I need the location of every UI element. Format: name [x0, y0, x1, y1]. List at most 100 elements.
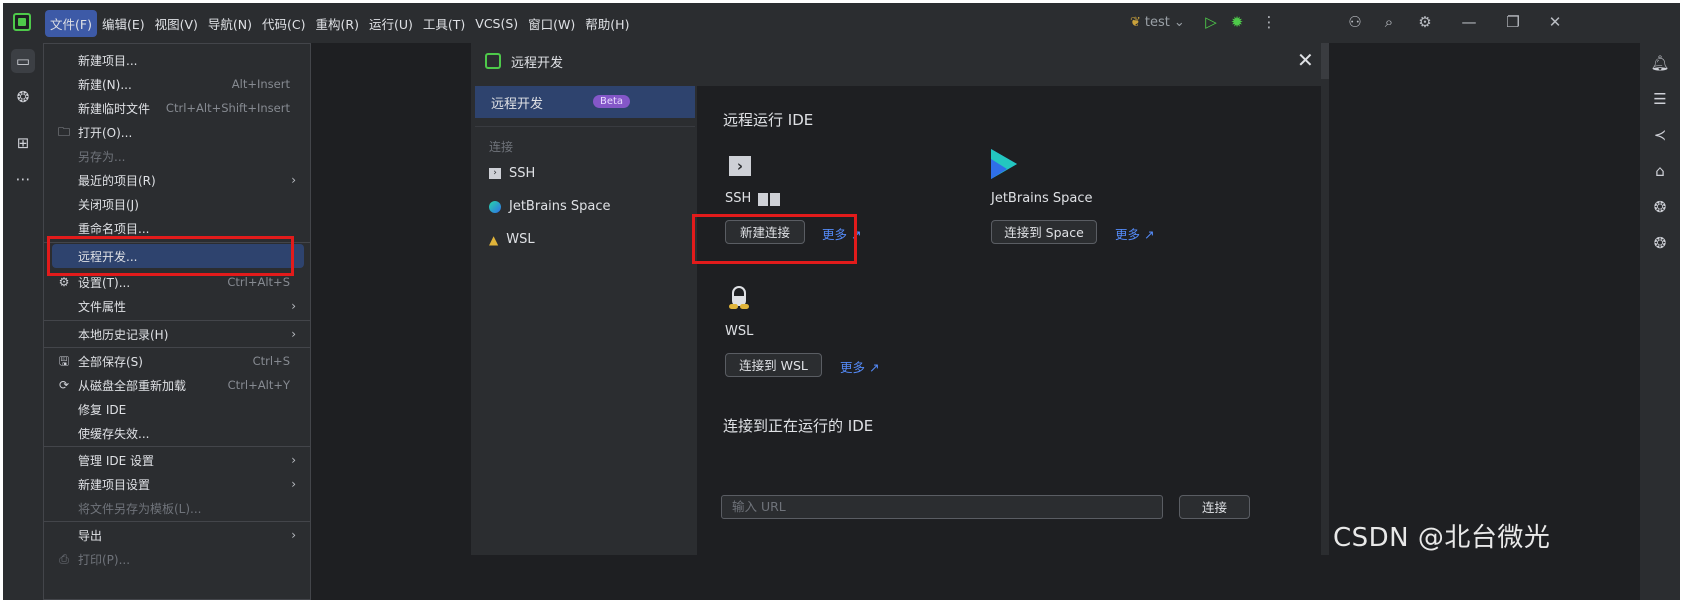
structure-icon[interactable]: ⊞ [11, 131, 35, 155]
shortcut: Ctrl+Alt+Shift+Insert [165, 101, 290, 115]
menu-separator [44, 446, 310, 447]
restore-icon[interactable]: ❐ [1503, 12, 1523, 32]
chevron-down-icon: ⌄ [1173, 15, 1185, 30]
menu-item-save-as-template: 将文件另存为模板(L)... [78, 501, 202, 516]
menu-item-new-project[interactable]: 新建项目... [52, 48, 304, 72]
menu-navigate[interactable]: 导航(N) [203, 10, 257, 37]
connect-running-ide-heading: 连接到正在运行的 IDE [723, 417, 874, 435]
menu-item-repair-ide[interactable]: 修复 IDE [52, 397, 304, 421]
minimize-icon[interactable]: — [1459, 12, 1479, 32]
menu-tools[interactable]: 工具(T) [418, 10, 470, 37]
menu-code[interactable]: 代码(C) [257, 10, 310, 37]
main-menu-bar: 文件(F) 编辑(E) 视图(V) 导航(N) 代码(C) 重构(R) 运行(U… [45, 3, 634, 43]
settings-icon[interactable]: ⚙ [1415, 12, 1435, 32]
more-horizontal-icon[interactable]: ⋯ [11, 167, 35, 191]
ssh-terminal-icon: › [729, 156, 751, 176]
copilot-icon[interactable]: ❂ [1650, 197, 1670, 217]
code-with-me-icon[interactable]: ≺ [1650, 125, 1670, 145]
menu-item-manage-ide-settings[interactable]: 管理 IDE 设置 › [52, 448, 304, 472]
menu-item-file-properties[interactable]: 文件属性 › [52, 294, 304, 318]
menu-item-close-project[interactable]: 关闭项目(J) [52, 192, 304, 216]
chevron-right-icon: › [291, 299, 296, 313]
dialog-sidebar: 远程开发 Beta 连接 › SSH JetBrains Space ▲ WSL [471, 86, 695, 555]
search-icon[interactable]: ⌕ [1379, 12, 1399, 32]
left-tool-strip: ▭ ❂ ⊞ ⋯ [3, 43, 44, 600]
chevron-right-icon: › [291, 528, 296, 542]
sidebar-item-wsl[interactable]: ▲ WSL [489, 232, 535, 247]
highlight-remote-dev-menu-item [47, 236, 294, 276]
space-option-title: JetBrains Space [991, 191, 1093, 206]
menu-file[interactable]: 文件(F) [45, 9, 97, 37]
run-config-icon: ❦ [1130, 15, 1141, 30]
ssh-option-title: SSH [725, 191, 752, 206]
ide-window: 文件(F) 编辑(E) 视图(V) 导航(N) 代码(C) 重构(R) 运行(U… [3, 3, 1680, 600]
print-icon: ⎙ [59, 552, 69, 566]
scrollbar[interactable] [1321, 43, 1329, 79]
wsl-more-link[interactable]: 更多 ↗ [840, 357, 879, 376]
menu-view[interactable]: 视图(V) [150, 10, 203, 37]
dialog-title: 远程开发 [511, 56, 564, 71]
app-logo-icon[interactable] [13, 13, 31, 31]
url-input[interactable]: 输入 URL [721, 495, 1163, 519]
connect-button[interactable]: 连接 [1179, 495, 1250, 519]
connect-to-space-button[interactable]: 连接到 Space [991, 220, 1097, 244]
sidebar-item-ssh[interactable]: › SSH [489, 166, 535, 181]
menu-item-new-project-setup[interactable]: 新建项目设置 › [52, 472, 304, 496]
chevron-right-icon: › [291, 453, 296, 467]
database-icon[interactable]: ☰ [1650, 89, 1670, 109]
menu-refactor[interactable]: 重构(R) [311, 10, 364, 37]
connect-to-wsl-button[interactable]: 连接到 WSL [725, 353, 822, 377]
app-logo-icon [485, 53, 501, 69]
space-more-link[interactable]: 更多 ↗ [1115, 224, 1154, 243]
more-vertical-icon[interactable]: ⋮ [1259, 12, 1279, 32]
highlight-new-connection-button [692, 214, 857, 264]
menu-item-new-scratch-file[interactable]: 新建临时文件 Ctrl+Alt+Shift+Insert [52, 96, 304, 120]
menu-item-local-history[interactable]: 本地历史记录(H) › [52, 322, 304, 346]
menu-item-recent-projects[interactable]: 最近的项目(R) › [52, 168, 304, 192]
reload-icon: ⟳ [58, 378, 70, 392]
run-config-selector[interactable]: ❦ test ⌄ [1130, 15, 1185, 30]
chevron-right-icon: › [291, 327, 296, 341]
debug-icon[interactable]: ✹ [1227, 12, 1247, 32]
external-link-icon: ↗ [1144, 227, 1155, 242]
close-icon[interactable]: ✕ [1297, 48, 1314, 72]
remote-development-dialog: 远程开发 ✕ 远程开发 Beta 连接 › SSH JetBrains Spac… [471, 43, 1329, 555]
sidebar-item-remote-development[interactable]: 远程开发 Beta [475, 86, 695, 118]
shortcut: Ctrl+Alt+S [227, 275, 290, 289]
csdn-watermark: CSDN @北台微光 [1333, 523, 1551, 553]
chevron-right-icon: › [291, 477, 296, 491]
ai-assistant-icon[interactable]: ⌂ [1650, 161, 1670, 181]
ssh-beta-icon [758, 193, 782, 206]
terminal-icon: › [489, 168, 501, 179]
beta-badge: Beta [593, 95, 631, 108]
menu-item-reload-from-disk[interactable]: ⟳ 从磁盘全部重新加载 Ctrl+Alt+Y [52, 373, 304, 397]
sidebar-item-jetbrains-space[interactable]: JetBrains Space [489, 199, 611, 214]
run-ide-remotely-heading: 远程运行 IDE [723, 111, 814, 129]
project-folder-icon[interactable]: ▭ [11, 49, 35, 73]
plugin-icon[interactable]: ❂ [11, 85, 35, 109]
add-user-icon[interactable]: ⚇ [1345, 12, 1365, 32]
file-menu-dropdown: 新建项目... 新建(N)... Alt+Insert 新建临时文件 Ctrl+… [43, 43, 311, 600]
run-icon[interactable]: ▷ [1201, 12, 1221, 32]
menu-item-export[interactable]: 导出 › [52, 523, 304, 547]
menu-separator [44, 347, 310, 348]
menu-edit[interactable]: 编辑(E) [97, 10, 150, 37]
copilot-chat-icon[interactable]: ❂ [1650, 233, 1670, 253]
close-window-icon[interactable]: ✕ [1545, 12, 1565, 32]
menu-help[interactable]: 帮助(H) [580, 10, 634, 37]
menu-item-new[interactable]: 新建(N)... Alt+Insert [52, 72, 304, 96]
external-link-icon: ↗ [869, 360, 880, 375]
shortcut: Alt+Insert [231, 77, 290, 91]
notifications-icon[interactable]: 🔔︎ [1650, 53, 1670, 73]
sidebar-divider [475, 126, 695, 127]
save-icon: 🖫 [58, 354, 70, 368]
jetbrains-space-logo-shade [991, 159, 1007, 179]
menu-item-invalidate-caches[interactable]: 使缓存失效... [52, 421, 304, 445]
dialog-content: 远程运行 IDE › SSH 新建连接 更多 ↗ JetBrains Space… [697, 86, 1321, 555]
menu-item-save-all[interactable]: 🖫 全部保存(S) Ctrl+S [52, 349, 304, 373]
menu-window[interactable]: 窗口(W) [523, 10, 580, 37]
menu-item-open[interactable]: 🗀 打开(O)... [52, 120, 304, 144]
gear-icon: ⚙ [58, 275, 70, 289]
menu-run[interactable]: 运行(U) [364, 10, 418, 37]
menu-vcs[interactable]: VCS(S) [470, 12, 523, 35]
